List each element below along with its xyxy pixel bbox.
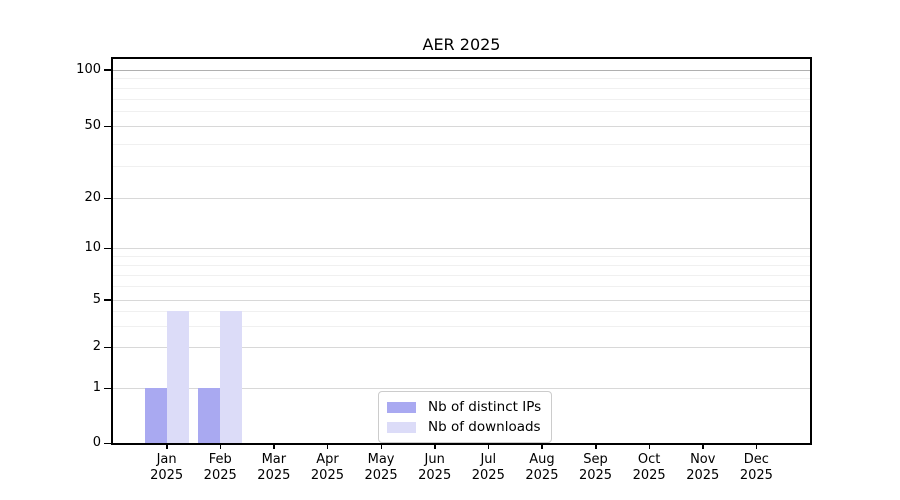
x-axis-tick-mark [595, 445, 597, 449]
x-axis-tick-label-year: 2025 [244, 468, 304, 484]
legend-swatch-distinct-ips [387, 402, 416, 413]
bar-nb-of-downloads-jan [167, 311, 189, 443]
x-axis-tick-label-year: 2025 [726, 468, 786, 484]
gridline-minor [113, 275, 810, 276]
gridline-minor [113, 111, 810, 112]
spine-right [810, 57, 812, 445]
gridline-major [113, 347, 810, 348]
x-axis-tick-label-month: Feb [190, 452, 250, 468]
chart-title: AER 2025 [113, 35, 810, 55]
x-axis-tick-label-year: 2025 [405, 468, 465, 484]
y-axis-tick-mark [104, 248, 111, 250]
x-axis-tick-mark [488, 445, 490, 449]
y-axis-tick-label: 2 [57, 338, 101, 356]
gridline-minor [113, 256, 810, 257]
gridline-major [113, 126, 810, 127]
x-axis-tick-label: Dec2025 [726, 452, 786, 484]
x-axis-tick-label: Aug2025 [512, 452, 572, 484]
y-axis-tick-label: 50 [57, 117, 101, 135]
legend-swatch-downloads [387, 422, 416, 433]
x-axis-tick-label-year: 2025 [190, 468, 250, 484]
x-axis-tick-label-month: Jan [137, 452, 197, 468]
x-axis-tick-mark [273, 445, 275, 449]
x-axis-tick-label: Feb2025 [190, 452, 250, 484]
legend-label-distinct-ips: Nb of distinct IPs [428, 399, 541, 415]
x-axis-tick-label-month: Oct [619, 452, 679, 468]
gridline-minor [113, 99, 810, 100]
y-axis-tick-mark [104, 198, 111, 200]
x-axis-tick-mark [327, 445, 329, 449]
x-axis-tick-label-year: 2025 [673, 468, 733, 484]
spine-top [111, 57, 812, 59]
x-axis-tick-label: Jan2025 [137, 452, 197, 484]
x-axis-tick-mark [756, 445, 758, 449]
x-axis-tick-label-month: May [351, 452, 411, 468]
legend-entry-distinct-ips: Nb of distinct IPs [387, 397, 541, 417]
x-axis-tick-label-month: Jul [458, 452, 518, 468]
y-axis-tick-mark [104, 347, 111, 349]
gridline-major [113, 300, 810, 301]
x-axis-tick-label: Sep2025 [566, 452, 626, 484]
x-axis-tick-mark [166, 445, 168, 449]
x-axis-tick-label: Oct2025 [619, 452, 679, 484]
bar-nb-of-distinct-ips-feb [198, 388, 220, 443]
x-axis-tick-label: Apr2025 [297, 452, 357, 484]
gridline-minor [113, 326, 810, 327]
bar-nb-of-distinct-ips-jan [145, 388, 167, 443]
gridline-major [113, 248, 810, 249]
chart: AER 2025 0125102050100Jan2025Feb2025Mar2… [0, 0, 900, 500]
x-axis-tick-mark [381, 445, 383, 449]
x-axis-tick-label-year: 2025 [297, 468, 357, 484]
y-axis-tick-label: 5 [57, 291, 101, 309]
gridline-minor [113, 78, 810, 79]
x-axis-tick-label-month: Sep [566, 452, 626, 468]
x-axis-tick-label-year: 2025 [566, 468, 626, 484]
y-axis-tick-mark [104, 388, 111, 390]
x-axis-tick-label: Nov2025 [673, 452, 733, 484]
gridline-major [113, 198, 810, 199]
x-axis-tick-label: Jul2025 [458, 452, 518, 484]
y-axis-tick-label: 0 [57, 434, 101, 452]
gridline-minor [113, 144, 810, 145]
gridline-minor [113, 88, 810, 89]
gridline-minor [113, 265, 810, 266]
spine-bottom [111, 443, 812, 445]
x-axis-tick-mark [220, 445, 222, 449]
x-axis-tick-label-month: Jun [405, 452, 465, 468]
legend-label-downloads: Nb of downloads [428, 419, 541, 435]
y-axis-tick-mark [104, 299, 111, 301]
gridline-minor [113, 311, 810, 312]
y-axis-tick-label: 20 [57, 189, 101, 207]
y-axis-tick-label: 1 [57, 379, 101, 397]
x-axis-tick-label: Mar2025 [244, 452, 304, 484]
y-axis-tick-mark [104, 443, 111, 445]
gridline-minor [113, 166, 810, 167]
x-axis-tick-label-month: Nov [673, 452, 733, 468]
x-axis-tick-label-year: 2025 [351, 468, 411, 484]
gridline-major [113, 70, 810, 71]
gridline-minor [113, 286, 810, 287]
legend-entry-downloads: Nb of downloads [387, 417, 541, 437]
x-axis-tick-label-year: 2025 [512, 468, 572, 484]
x-axis-tick-mark [649, 445, 651, 449]
x-axis-tick-mark [541, 445, 543, 449]
y-axis-tick-mark [104, 126, 111, 128]
legend: Nb of distinct IPs Nb of downloads [378, 391, 552, 443]
y-axis-tick-mark [104, 69, 111, 71]
x-axis-tick-label-year: 2025 [619, 468, 679, 484]
x-axis-tick-mark [434, 445, 436, 449]
spine-left [111, 57, 113, 445]
x-axis-tick-label-month: Dec [726, 452, 786, 468]
x-axis-tick-label-year: 2025 [458, 468, 518, 484]
x-axis-tick-label: May2025 [351, 452, 411, 484]
x-axis-tick-label-month: Apr [297, 452, 357, 468]
x-axis-tick-mark [702, 445, 704, 449]
bar-nb-of-downloads-feb [220, 311, 242, 443]
x-axis-tick-label-year: 2025 [137, 468, 197, 484]
x-axis-tick-label-month: Aug [512, 452, 572, 468]
x-axis-tick-label: Jun2025 [405, 452, 465, 484]
x-axis-tick-label-month: Mar [244, 452, 304, 468]
y-axis-tick-label: 10 [57, 239, 101, 257]
y-axis-tick-label: 100 [57, 61, 101, 79]
